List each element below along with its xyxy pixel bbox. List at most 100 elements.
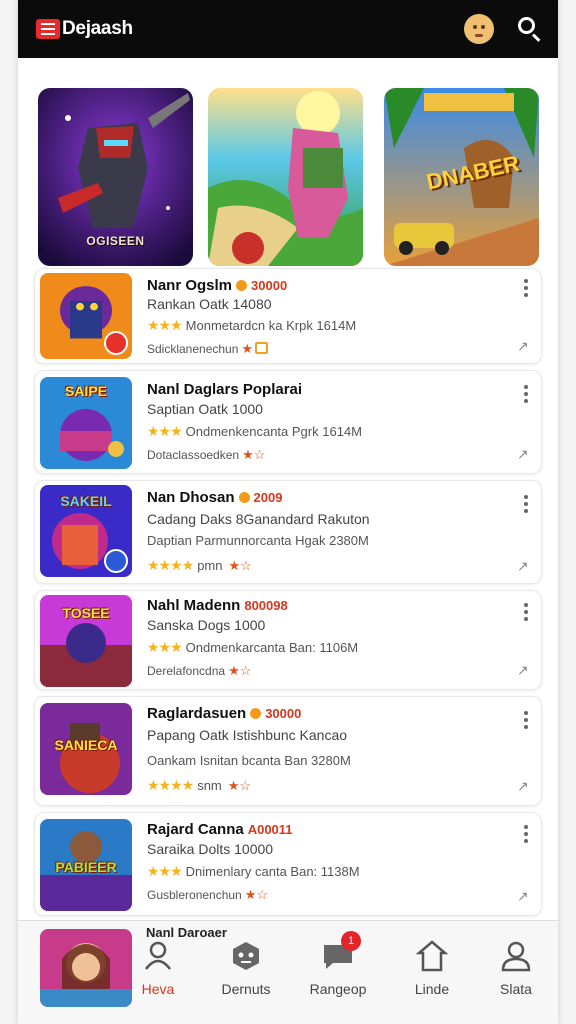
thumb-word: SAIPE xyxy=(64,383,107,399)
coin-icon xyxy=(236,280,248,291)
list-item[interactable]: Nanr Ogslm 30000 Rankan Oatk 14080 ★★★ Mon… xyxy=(34,268,542,364)
chat-face-icon xyxy=(229,939,263,973)
profile-icon xyxy=(499,939,533,973)
thumb-word: TOSEE xyxy=(62,605,110,621)
trend-arrow-icon: ↗ xyxy=(517,778,529,794)
banner-warrior[interactable]: OGISEEN xyxy=(38,88,193,266)
star-rating-icon: ★★★ xyxy=(147,639,183,655)
nav-label: Linde xyxy=(414,981,450,997)
notification-badge: 1 xyxy=(341,931,361,951)
banner-tropical[interactable] xyxy=(208,88,363,266)
app-thumbnail: PABIEER xyxy=(40,819,132,911)
nav-label: Rangeop xyxy=(309,981,367,997)
list-item[interactable]: PABIEER Rajard Canna A00011 Saraika Dolts… xyxy=(34,812,542,916)
more-options-icon[interactable] xyxy=(523,711,529,729)
star-icon: ★☆ xyxy=(242,447,266,462)
nav-label: Heva xyxy=(141,981,175,997)
play-badge-icon xyxy=(104,331,128,355)
app-price: 800098 xyxy=(244,598,288,613)
coin-icon xyxy=(250,708,262,719)
app-meta: ★★★ Ondmenkarcanta Ban: 1106M xyxy=(147,639,359,655)
app-title: Raglardasuen 30000 xyxy=(147,705,302,722)
search-icon[interactable] xyxy=(516,15,544,43)
nav-item-slata[interactable]: Slata xyxy=(474,939,558,997)
star-icon: ★☆ xyxy=(244,887,269,902)
app-title: Nahl Madenn 800098 xyxy=(147,597,288,614)
app-footer: Gusbleronenchun ★☆ xyxy=(147,887,269,902)
star-icon: ★ xyxy=(241,341,254,356)
list-item[interactable]: TOSEE Nahl Madenn 800098 Sanska Dogs 1000… xyxy=(34,590,542,690)
peek-item-title: Nanl Daroaer xyxy=(146,925,227,940)
badge-icon xyxy=(104,549,128,573)
app-title: Rajard Canna A00011 xyxy=(147,821,293,838)
app-price: A00011 xyxy=(247,822,293,837)
app-thumbnail xyxy=(40,273,132,359)
coin-icon xyxy=(238,492,250,503)
app-meta: ★★★ Dnimenlary canta Ban: 1138M xyxy=(147,863,360,879)
star-icon: ★☆ xyxy=(228,558,252,573)
trend-arrow-icon: ↗ xyxy=(517,446,529,462)
app-price: 30000 xyxy=(251,278,288,293)
app-title: Nanl Daglars Poplarai xyxy=(147,381,303,398)
app-meta: ★★★★ snm ★☆ xyxy=(147,777,252,793)
app-meta: ★★★ Monmetardcn ka Krpk 1614M xyxy=(147,317,357,333)
list-item[interactable]: SAKEIL Nan Dhosan 2009 Cadang Daks 8Ganan… xyxy=(34,480,542,584)
more-options-icon[interactable] xyxy=(523,385,529,403)
star-rating-icon: ★★★★ xyxy=(147,557,194,573)
list-item[interactable]: SAIPE Nanl Daglars Poplarai Saptian Oatk… xyxy=(34,370,542,474)
more-options-icon[interactable] xyxy=(523,603,529,621)
tag-icon xyxy=(255,342,269,354)
more-options-icon[interactable] xyxy=(523,495,529,513)
nav-item-dernuts[interactable]: Dernuts xyxy=(204,939,288,997)
app-subtitle: Rankan Oatk 14080 xyxy=(147,296,272,312)
app-footer: Sdicklanenechun ★ xyxy=(147,341,269,357)
brand-title: Dejaash xyxy=(62,18,133,39)
star-rating-icon: ★★★ xyxy=(147,317,183,333)
nav-label: Slata xyxy=(500,981,532,997)
list-item[interactable]: SANIECA Raglardasuen 30000 Papang Oatk Is… xyxy=(34,696,542,806)
app-subtitle: Saraika Dolts 10000 xyxy=(147,841,274,857)
face-icon[interactable] xyxy=(464,14,494,44)
thumb-word: SAKEIL xyxy=(60,493,112,509)
app-meta: ★★★★ pmn ★☆ xyxy=(147,557,252,573)
app-thumbnail: SAIPE xyxy=(40,377,132,469)
people-icon xyxy=(141,939,175,973)
app-meta-line: Daptian Parmunnorcanta Hgak 2380M xyxy=(147,533,369,548)
nav-item-linde[interactable]: Linde xyxy=(390,939,474,997)
app-footer: Derelafoncdna ★☆ xyxy=(147,663,252,678)
star-rating-icon: ★★★★ xyxy=(147,777,194,793)
app-thumbnail: SAKEIL xyxy=(40,485,132,577)
trend-arrow-icon: ↗ xyxy=(517,338,529,354)
star-icon: ★☆ xyxy=(227,778,252,793)
app-meta: ★★★ Ondmenkencanta Pgrk 1614M xyxy=(147,423,362,439)
bottom-navigation: Nanl Daroaer Heva Dernuts 1 Rangeop Lind… xyxy=(18,920,558,1024)
home-icon xyxy=(415,939,449,973)
trend-arrow-icon: ↗ xyxy=(517,888,529,904)
app-subtitle: Cadang Daks 8Ganandard Rakuton xyxy=(147,511,370,527)
app-title: Nanr Ogslm 30000 xyxy=(147,277,288,294)
banner-caption: OGISEEN xyxy=(86,234,145,248)
nav-item-heva[interactable]: Heva xyxy=(116,939,200,997)
app-footer: Dotaclassoedken ★☆ xyxy=(147,447,266,462)
app-subtitle: Saptian Oatk 1000 xyxy=(147,401,263,417)
nav-label: Dernuts xyxy=(221,981,271,997)
app-thumbnail: SANIECA xyxy=(40,703,132,795)
trend-arrow-icon: ↗ xyxy=(517,662,529,678)
top-bar: Dejaash xyxy=(18,0,558,58)
banner-dino[interactable]: DNABER xyxy=(384,88,539,266)
thumb-word: PABIEER xyxy=(55,859,117,875)
app-subtitle: Sanska Dogs 1000 xyxy=(147,617,266,633)
message-icon: 1 xyxy=(321,931,361,973)
app-meta-line: Oankam Isnitan bcanta Ban 3280M xyxy=(147,753,351,768)
star-rating-icon: ★★★ xyxy=(147,863,183,879)
menu-icon[interactable] xyxy=(36,19,60,39)
more-options-icon[interactable] xyxy=(523,825,529,843)
app-title: Nan Dhosan 2009 xyxy=(147,489,283,506)
app-subtitle: Papang Oatk Istishbunc Kancao xyxy=(147,727,348,743)
app-price: 2009 xyxy=(253,490,283,505)
nav-item-rangeop[interactable]: 1 Rangeop xyxy=(296,931,380,997)
app-frame: Dejaash OGISEEN DNABER Nanr Ogslm 30000 … xyxy=(18,0,558,1024)
more-options-icon[interactable] xyxy=(523,279,529,297)
star-rating-icon: ★★★ xyxy=(147,423,183,439)
featured-banners: OGISEEN DNABER xyxy=(38,88,543,266)
